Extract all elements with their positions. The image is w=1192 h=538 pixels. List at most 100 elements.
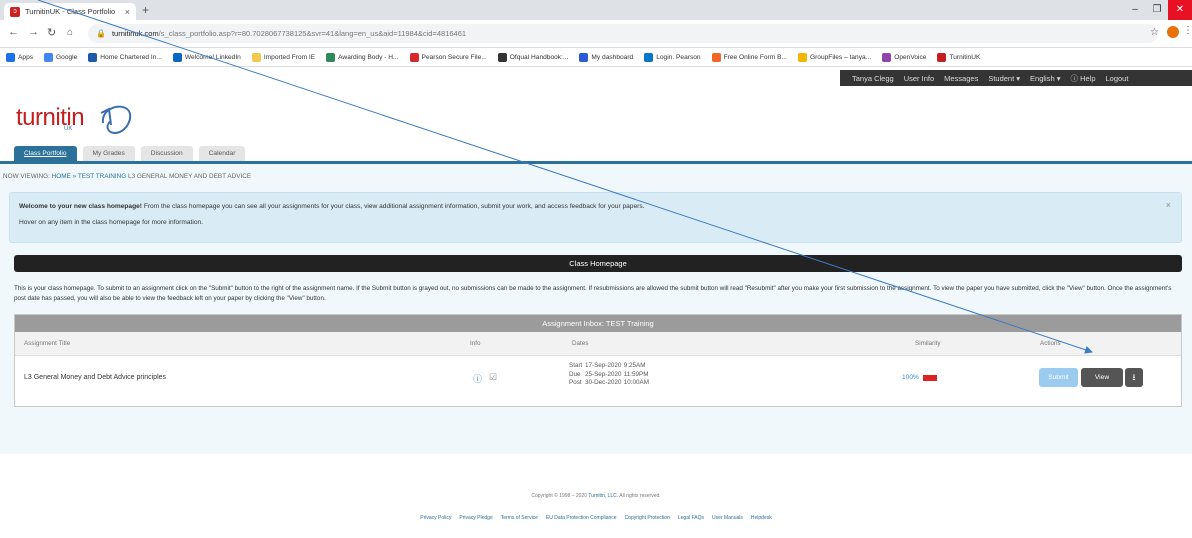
bookmark-item[interactable]: My dashboard xyxy=(579,52,634,62)
bookmark-item[interactable]: Login. Pearson xyxy=(644,52,701,62)
footer: Copyright © 1998 – 2020 Turnitin, LLC. A… xyxy=(0,493,1192,521)
close-window-button[interactable]: ✕ xyxy=(1168,0,1192,20)
browser-tab-title: TurnitinUK - Class Portfolio xyxy=(25,7,116,16)
bookmark-item[interactable]: Apps xyxy=(6,52,34,62)
new-tab-button[interactable]: + xyxy=(142,3,149,17)
reload-icon[interactable]: ↻ xyxy=(47,26,56,39)
user-name[interactable]: Tanya Clegg xyxy=(852,74,894,83)
bookmark-label: Pearson Secure File... xyxy=(421,53,487,61)
edit-note-icon[interactable]: ☑ xyxy=(489,372,497,383)
nav-language-dropdown[interactable]: English ▾ xyxy=(1030,74,1060,83)
footer-link[interactable]: EU Data Protection Compliance xyxy=(546,515,617,521)
bookmark-star-icon[interactable]: ☆ xyxy=(1150,27,1159,38)
bookmark-item[interactable]: Imported From IE xyxy=(251,52,315,62)
home-icon[interactable]: ⌂ xyxy=(67,27,73,38)
date-label: Post xyxy=(569,379,582,386)
bookmark-item[interactable]: Pearson Secure File... xyxy=(409,52,487,62)
footer-link[interactable]: User Manuals xyxy=(712,515,743,521)
window-controls: – ❐ ✕ xyxy=(1124,0,1192,20)
similarity-score[interactable]: 100% xyxy=(902,374,937,381)
download-icon[interactable]: ⭳ xyxy=(1125,368,1143,387)
logo-uk-label: UK xyxy=(64,126,73,132)
bookmark-favicon-icon xyxy=(579,52,589,62)
bookmark-item[interactable]: Google xyxy=(44,52,78,62)
bookmark-favicon-icon xyxy=(711,52,721,62)
welcome-banner: Welcome to your new class homepage! From… xyxy=(9,192,1182,243)
forward-arrow-icon[interactable]: → xyxy=(28,26,39,38)
bookmark-favicon-icon xyxy=(88,52,98,62)
bookmark-label: Google xyxy=(56,53,78,61)
tab-class-portfolio[interactable]: Class Portfolio xyxy=(14,146,77,161)
welcome-line-1: Welcome to your new class homepage! From… xyxy=(19,203,644,210)
time-value: 11:59PM xyxy=(623,370,649,378)
breadcrumb-links[interactable]: HOME » TEST TRAINING xyxy=(52,173,127,180)
close-icon[interactable]: × xyxy=(1166,200,1171,210)
nav-logout[interactable]: Logout xyxy=(1106,74,1129,83)
bookmark-favicon-icon xyxy=(44,52,54,62)
footer-link[interactable]: Terms of Service xyxy=(501,515,538,521)
breadcrumb-current: L3 GENERAL MONEY AND DEBT ADVICE xyxy=(128,173,252,180)
copyright-text: Copyright © 1998 – 2020 xyxy=(531,493,589,499)
bookmark-favicon-icon xyxy=(172,52,182,62)
tab-discussion[interactable]: Discussion xyxy=(140,146,193,161)
bookmarks-bar: Apps Google Home Chartered In... Welcome! L… xyxy=(0,48,1192,67)
breadcrumb-prefix: NOW VIEWING: xyxy=(3,173,50,180)
breadcrumb: NOW VIEWING: HOME » TEST TRAINING L3 GEN… xyxy=(3,173,251,180)
tab-my-grades[interactable]: My Grades xyxy=(82,146,135,161)
address-bar[interactable]: 🔒 turnitinuk.com/s_class_portfolio.asp?r… xyxy=(88,24,1158,43)
footer-link[interactable]: Copyright Protection xyxy=(625,515,670,521)
turnitin-link[interactable]: Turnitin, LLC. xyxy=(588,493,618,499)
bookmark-label: Ofqual Handbook:... xyxy=(509,53,569,61)
col-info: Info xyxy=(470,340,481,347)
bookmark-label: Apps xyxy=(18,53,34,61)
footer-link[interactable]: Helpdesk xyxy=(751,515,772,521)
col-similarity: Similarity xyxy=(915,340,941,347)
bookmark-item[interactable]: Welcome! LinkedIn xyxy=(172,52,241,62)
nav-role-dropdown[interactable]: Student ▾ xyxy=(988,74,1020,83)
date-row-post: Post 30-Dec-2020 10:00AM xyxy=(569,379,649,388)
turnitin-favicon-icon: ↄ xyxy=(10,6,20,17)
bookmark-item[interactable]: GroupFiles – tanya... xyxy=(797,52,872,62)
table-row: L3 General Money and Debt Advice princip… xyxy=(15,356,1181,406)
bookmark-item[interactable]: Home Chartered In... xyxy=(88,52,162,62)
turnitin-logo[interactable]: turnitin xyxy=(16,104,85,132)
submit-button[interactable]: Submit xyxy=(1039,368,1078,387)
url-host: turnitinuk.com xyxy=(111,29,159,38)
info-icon[interactable]: ⓘ xyxy=(473,372,482,385)
back-arrow-icon[interactable]: ← xyxy=(8,26,19,38)
url-path: /s_class_portfolio.asp?r=80.702806773812… xyxy=(158,29,467,38)
tab-calendar[interactable]: Calendar xyxy=(198,146,246,161)
turnitin-logo-mark-icon xyxy=(100,105,132,135)
welcome-bold: Welcome to your new class homepage! xyxy=(19,203,142,210)
bookmark-item[interactable]: Awarding Body - H... xyxy=(326,52,399,62)
bookmark-item[interactable]: TurnitinUK xyxy=(937,52,981,62)
nav-messages[interactable]: Messages xyxy=(944,74,978,83)
profile-avatar[interactable] xyxy=(1167,26,1179,38)
view-button[interactable]: View xyxy=(1081,368,1123,387)
similarity-color-bar xyxy=(922,374,937,381)
bookmark-item[interactable]: Ofqual Handbook:... xyxy=(497,52,569,62)
footer-link[interactable]: Privacy Pledge xyxy=(459,515,492,521)
tab-close-icon[interactable]: × xyxy=(125,7,130,17)
footer-link[interactable]: Privacy Policy xyxy=(420,515,451,521)
col-dates: Dates xyxy=(572,340,589,347)
bookmark-label: TurnitinUK xyxy=(949,53,981,61)
lock-icon: 🔒 xyxy=(96,29,106,38)
bookmark-favicon-icon xyxy=(6,52,15,62)
bookmark-label: My dashboard xyxy=(591,53,634,61)
browser-tab[interactable]: ↄ TurnitinUK - Class Portfolio × xyxy=(4,3,136,20)
assignment-dates: Start 17-Sep-2020 9:25AM Due 25-Sep-2020 1… xyxy=(569,362,649,388)
bookmark-item[interactable]: Free Online Form B... xyxy=(711,52,787,62)
bookmark-label: GroupFiles – tanya... xyxy=(809,53,872,61)
bookmark-item[interactable]: OpenVoice xyxy=(882,52,926,62)
nav-user-info[interactable]: User Info xyxy=(904,74,934,83)
date-label: Due xyxy=(569,370,581,378)
maximize-button[interactable]: ❐ xyxy=(1146,0,1168,20)
minimize-button[interactable]: – xyxy=(1124,0,1146,20)
similarity-percent[interactable]: 100% xyxy=(902,374,919,381)
date-value: 17-Sep-2020 xyxy=(585,362,622,369)
nav-help[interactable]: ⓘ Help xyxy=(1070,73,1095,84)
bookmark-favicon-icon xyxy=(251,52,261,62)
browser-menu-icon[interactable]: ⋮ xyxy=(1183,25,1192,36)
footer-link[interactable]: Legal FAQs xyxy=(678,515,704,521)
